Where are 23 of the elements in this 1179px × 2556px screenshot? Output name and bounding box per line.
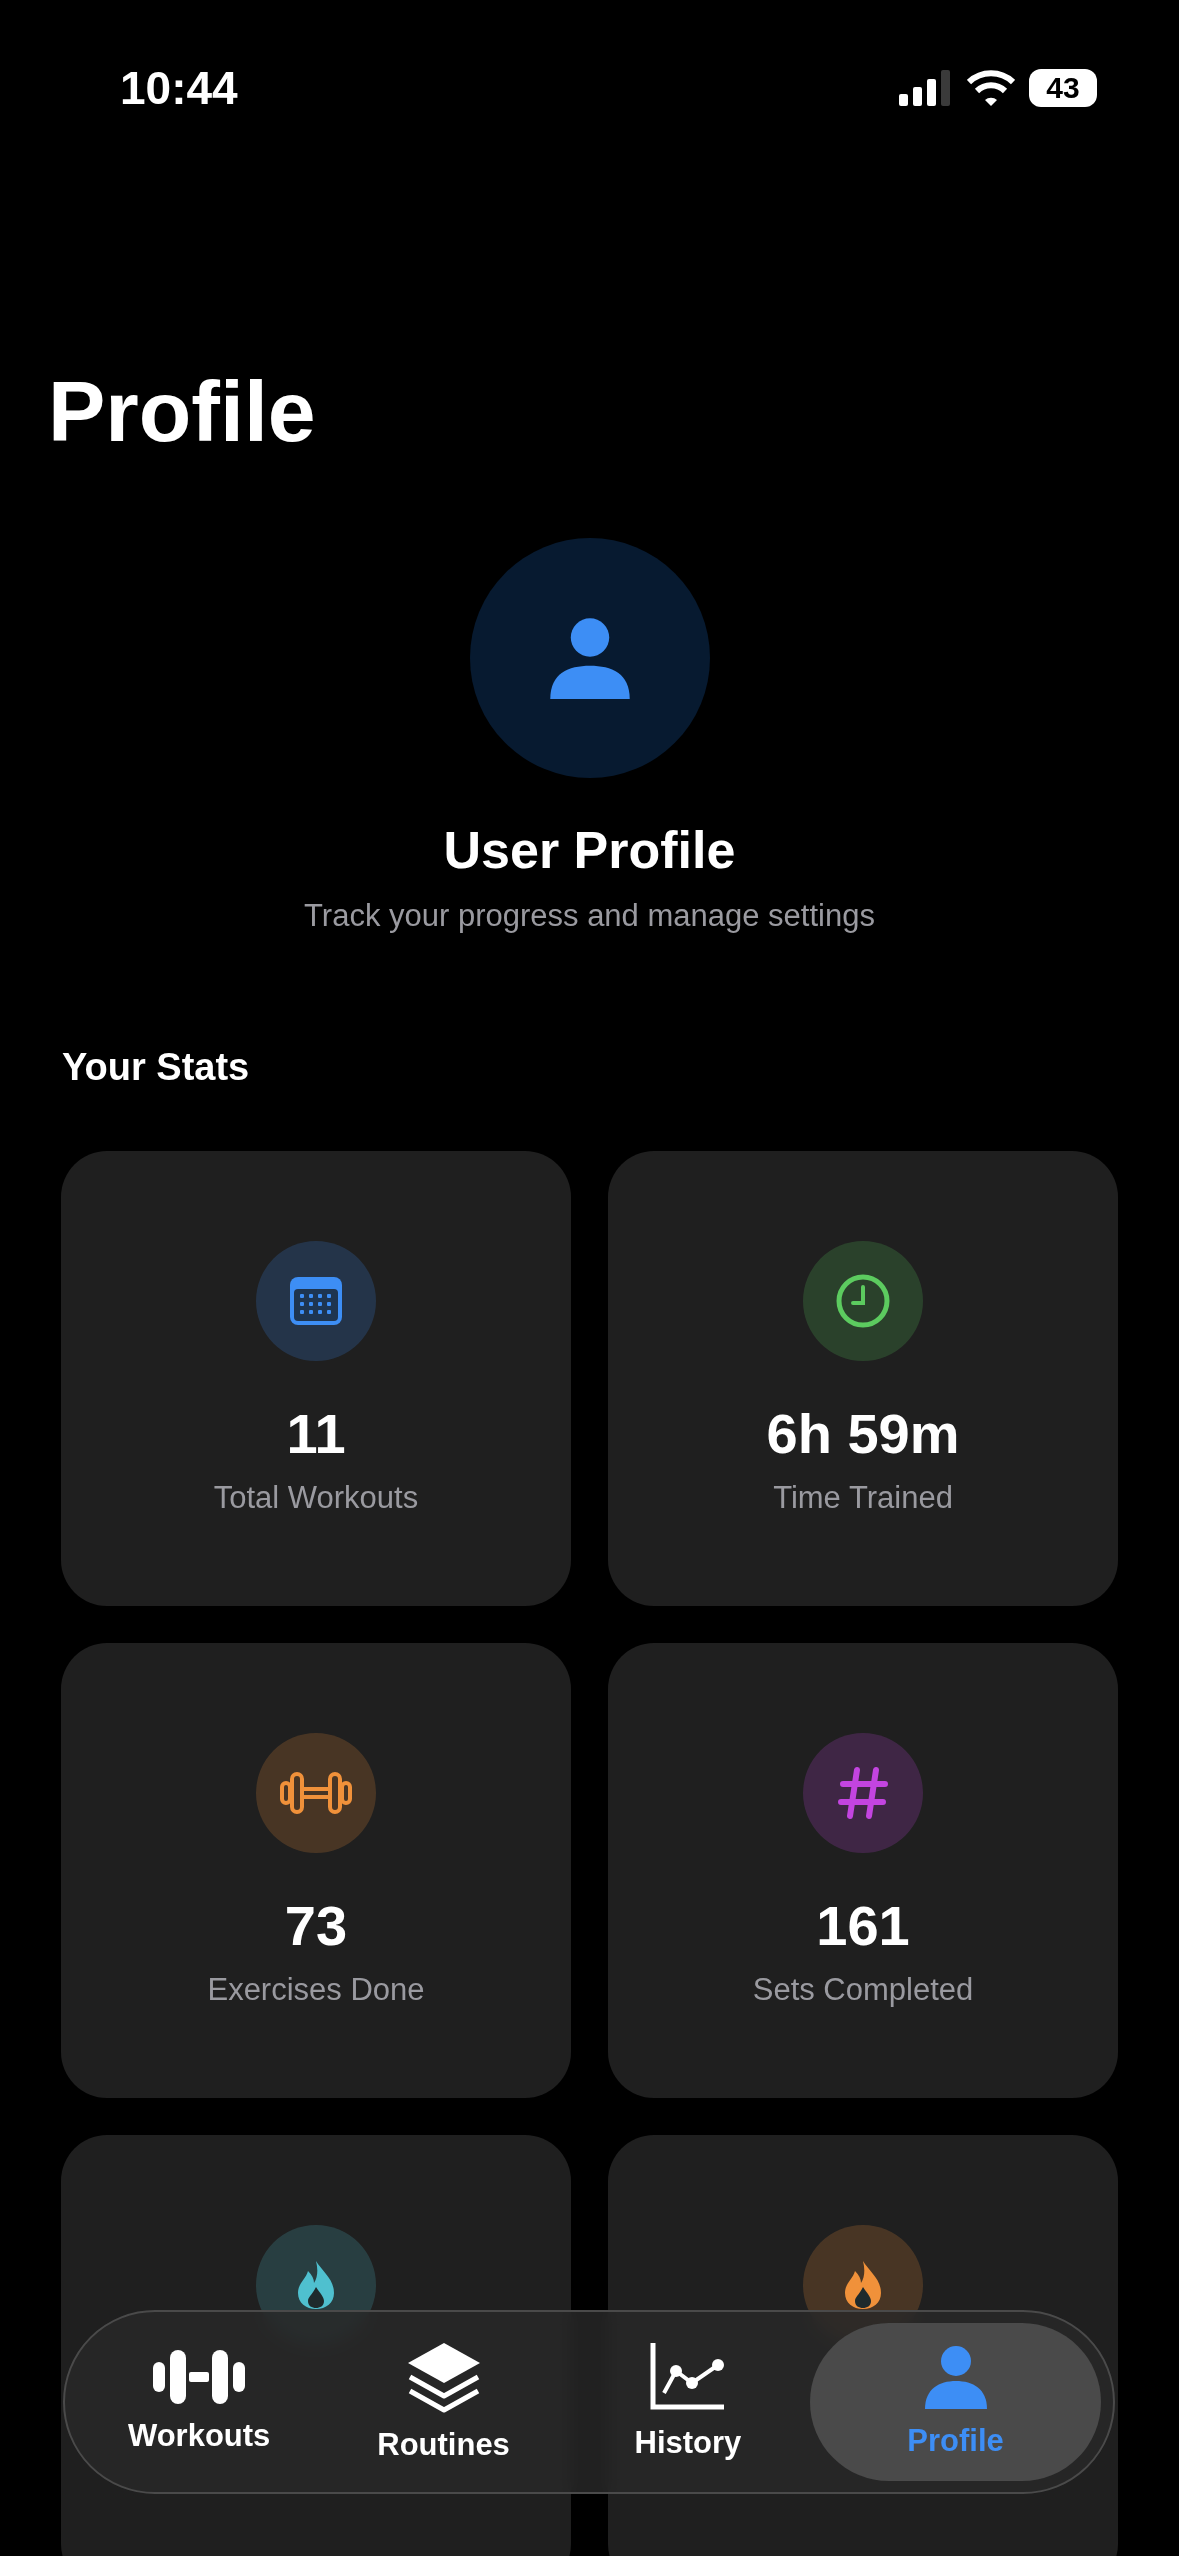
stat-label: Sets Completed xyxy=(752,1972,974,2008)
stat-value: 161 xyxy=(816,1893,910,1958)
stat-value: 11 xyxy=(286,1401,346,1466)
wifi-icon xyxy=(967,70,1015,106)
signal-icon xyxy=(899,70,953,106)
stat-label: Time Trained xyxy=(773,1480,953,1516)
person-icon xyxy=(549,617,630,699)
stat-value: 6h 59m xyxy=(766,1401,960,1466)
tab[interactable]: Workouts xyxy=(77,2323,322,2481)
status-time: 10:44 xyxy=(120,61,238,115)
tab[interactable]: Routines xyxy=(321,2323,566,2481)
battery-level: 43 xyxy=(1029,69,1097,107)
page-title: Profile xyxy=(48,368,317,454)
profile-subtitle: Track your progress and manage settings xyxy=(304,898,875,934)
stat-label: Exercises Done xyxy=(207,1972,425,2008)
dumbbell-icon xyxy=(153,2350,246,2404)
stat-value: 73 xyxy=(284,1893,348,1958)
tab[interactable]: History xyxy=(565,2323,811,2481)
person-icon xyxy=(924,2345,987,2409)
section-heading: Your Stats xyxy=(62,1046,251,1089)
stat-label: Total Workouts xyxy=(213,1480,419,1516)
profile-name: User Profile xyxy=(443,820,736,880)
line-chart-icon xyxy=(649,2343,726,2411)
